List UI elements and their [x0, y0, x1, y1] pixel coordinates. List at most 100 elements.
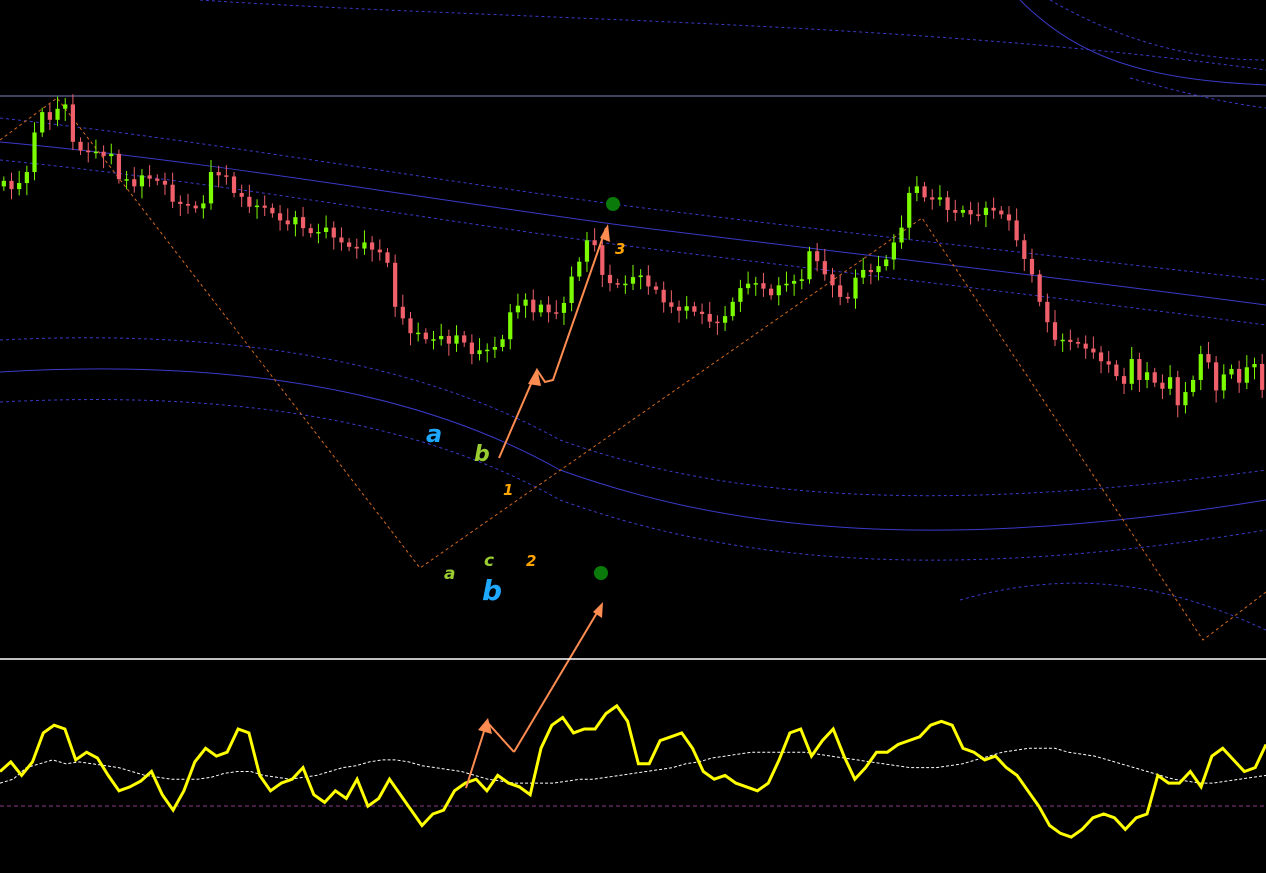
candle-body: [1006, 214, 1012, 221]
candle-body: [592, 240, 597, 246]
candle-body: [116, 153, 122, 180]
candle-body: [385, 252, 390, 263]
candle-body: [124, 179, 129, 181]
candle-body: [1152, 372, 1157, 383]
candle-body: [1, 180, 6, 187]
candle-body: [1068, 339, 1073, 342]
candle-body: [93, 151, 99, 154]
candle-body: [423, 332, 428, 340]
candle-body: [500, 339, 505, 347]
wave-label-big-a: a: [426, 420, 442, 448]
candle-body: [1260, 364, 1265, 390]
candle-body: [1060, 339, 1065, 342]
candle-body: [722, 316, 728, 323]
candle-body: [607, 274, 613, 284]
candle-body: [661, 289, 666, 303]
candle-body: [776, 285, 781, 296]
candle-body: [1214, 362, 1219, 391]
target-dot-lower[interactable]: [594, 566, 608, 580]
candle-body: [239, 192, 244, 197]
wave-label-small-b: b: [474, 442, 490, 467]
candle-body: [147, 175, 152, 179]
target-dot-upper[interactable]: [606, 197, 620, 211]
candle-body: [868, 269, 873, 273]
candle-body: [1167, 377, 1173, 389]
candle-body: [231, 176, 237, 193]
trading-chart[interactable]: a b b a c 1 2 3: [0, 0, 1266, 873]
candle-body: [838, 285, 843, 297]
candle-body: [370, 242, 375, 250]
candle-body: [9, 180, 14, 190]
candle-body: [193, 205, 198, 209]
candle-body: [408, 318, 413, 334]
candle-body: [1098, 352, 1104, 362]
candle-body: [208, 172, 214, 204]
candle-body: [784, 283, 789, 286]
candle-body: [492, 346, 498, 350]
candle-body: [1229, 368, 1234, 375]
candle-body: [531, 299, 536, 313]
candle-body: [300, 217, 306, 229]
candle-body: [523, 299, 528, 306]
candle-body: [861, 269, 866, 278]
candle-body: [945, 197, 950, 210]
candle-body: [1052, 322, 1058, 340]
candle-body: [285, 220, 290, 225]
candle-body: [293, 217, 298, 225]
candle-body: [907, 192, 912, 228]
candle-body: [17, 183, 22, 190]
candle-body: [914, 186, 920, 193]
candle-body: [845, 296, 850, 299]
candle-body: [577, 261, 582, 277]
candle-body: [477, 350, 482, 355]
candle-body: [201, 203, 206, 209]
candle-body: [738, 288, 743, 302]
candle: [1037, 269, 1042, 307]
candle-body: [1175, 377, 1180, 406]
candle-body: [692, 306, 697, 312]
candle-body: [400, 306, 405, 319]
candle-body: [178, 201, 183, 204]
candle-body: [185, 203, 191, 206]
candle-body: [55, 108, 60, 120]
candle-body: [331, 227, 336, 238]
candle-body: [1144, 372, 1150, 380]
candle-body: [431, 339, 436, 341]
candle-body: [63, 104, 68, 109]
candle-body: [70, 104, 76, 142]
candle-body: [684, 306, 689, 311]
candle-body: [454, 335, 459, 344]
candle-body: [623, 283, 628, 286]
candle-body: [761, 283, 766, 289]
wave-count-1: 1: [503, 481, 513, 499]
candle-body: [646, 275, 651, 287]
wave-count-3: 3: [615, 240, 625, 258]
candle-body: [1075, 342, 1081, 344]
candle-body: [101, 151, 106, 157]
candle-body: [216, 172, 221, 176]
candle-body: [983, 207, 989, 215]
candle-body: [638, 275, 643, 278]
candle-body: [270, 207, 275, 214]
candle: [807, 246, 812, 284]
candle-body: [1022, 240, 1027, 259]
candle-body: [600, 245, 605, 275]
candle-body: [937, 197, 943, 200]
candle-body: [485, 349, 490, 352]
candle-body: [807, 251, 812, 280]
candle-body: [254, 205, 260, 208]
candle-body: [899, 227, 904, 243]
candle-body: [676, 306, 682, 311]
candle-body: [615, 283, 620, 285]
candle-body: [316, 232, 321, 234]
candle-body: [1106, 361, 1111, 365]
candle-body: [362, 242, 367, 249]
candle-body: [976, 214, 981, 216]
candle-body: [669, 302, 674, 307]
candle-body: [308, 228, 313, 234]
candle-body: [968, 210, 973, 215]
candle-body: [561, 302, 567, 313]
candle-body: [1160, 382, 1165, 389]
candle-body: [1183, 392, 1188, 406]
candle-body: [1045, 301, 1050, 323]
